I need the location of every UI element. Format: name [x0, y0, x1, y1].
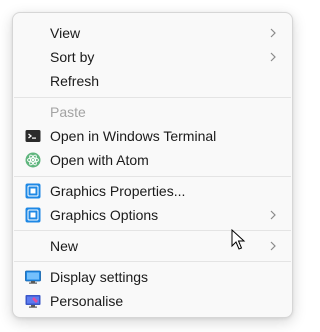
menu-item-refresh[interactable]: Refresh [17, 69, 288, 93]
intel-graphics-icon [25, 207, 41, 223]
terminal-icon [25, 130, 41, 142]
menu-item-label: Paste [50, 104, 86, 120]
mouse-pointer-icon [231, 229, 246, 250]
menu-item-open-in-windows-terminal[interactable]: Open in Windows Terminal [17, 124, 288, 148]
menu-item-graphics-options[interactable]: Graphics Options [17, 203, 288, 227]
menu-item-open-with-atom[interactable]: Open with Atom [17, 148, 288, 172]
menu-item-label: New [50, 238, 79, 254]
menu-item-label: Personalise [50, 293, 124, 309]
menu-item-label: Sort by [50, 49, 95, 65]
chevron-right-icon [270, 52, 276, 62]
atom-icon [25, 152, 41, 168]
chevron-right-icon [270, 210, 276, 220]
menu-item-label: Graphics Properties... [50, 183, 186, 199]
menu-item-graphics-properties[interactable]: Graphics Properties... [17, 179, 288, 203]
intel-graphics-icon [25, 183, 41, 199]
chevron-right-icon [270, 28, 276, 38]
desktop-context-menu: View Sort by Refresh Paste Open in Windo… [12, 12, 293, 318]
menu-item-label: Graphics Options [50, 207, 159, 223]
menu-separator [14, 261, 291, 262]
menu-separator [14, 176, 291, 177]
menu-item-new[interactable]: New [17, 234, 288, 258]
menu-item-label: View [50, 25, 81, 41]
menu-separator [14, 230, 291, 231]
menu-item-display-settings[interactable]: Display settings [17, 265, 288, 289]
menu-item-view[interactable]: View [17, 21, 288, 45]
monitor-icon [25, 270, 41, 284]
menu-item-label: Open with Atom [50, 152, 149, 168]
chevron-right-icon [270, 241, 276, 251]
menu-item-sort-by[interactable]: Sort by [17, 45, 288, 69]
personalise-icon [25, 295, 41, 308]
menu-item-label: Refresh [50, 73, 100, 89]
menu-item-label: Open in Windows Terminal [50, 128, 217, 144]
menu-separator [14, 97, 291, 98]
menu-item-personalise[interactable]: Personalise [17, 289, 288, 313]
menu-item-label: Display settings [50, 269, 149, 285]
menu-item-paste: Paste [17, 100, 288, 124]
